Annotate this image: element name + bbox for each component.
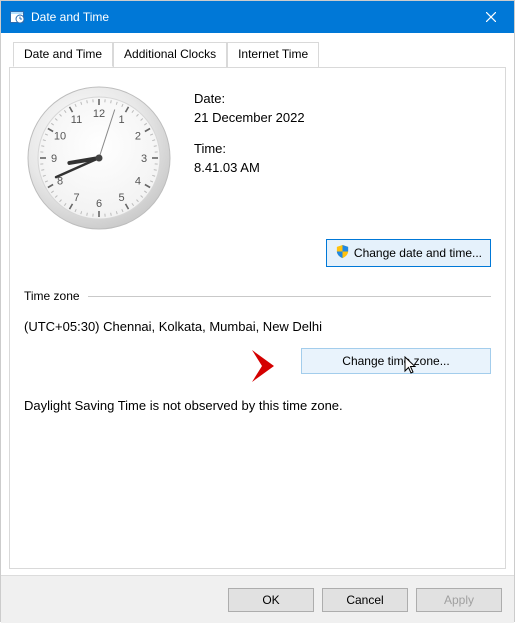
titlebar: Date and Time	[1, 1, 514, 33]
analog-clock: 123456789101112	[24, 83, 174, 233]
tab-date-and-time[interactable]: Date and Time	[13, 42, 113, 67]
window-title: Date and Time	[31, 10, 468, 24]
change-timezone-label: Change time zone...	[342, 354, 449, 368]
dialog-button-bar: OK Cancel Apply	[1, 575, 514, 623]
change-timezone-button[interactable]: Change time zone...	[301, 348, 491, 374]
section-divider	[88, 296, 491, 297]
svg-text:1: 1	[118, 114, 124, 126]
svg-text:10: 10	[54, 131, 66, 143]
ok-button[interactable]: OK	[228, 588, 314, 612]
tab-internet-time[interactable]: Internet Time	[227, 42, 319, 67]
svg-text:3: 3	[141, 153, 147, 165]
close-icon	[486, 12, 496, 22]
svg-text:5: 5	[118, 192, 124, 204]
change-date-time-label: Change date and time...	[354, 246, 482, 260]
cancel-button[interactable]: Cancel	[322, 588, 408, 612]
svg-text:7: 7	[73, 192, 79, 204]
svg-text:12: 12	[93, 108, 105, 120]
close-button[interactable]	[468, 1, 514, 33]
shield-icon	[335, 244, 350, 262]
svg-text:6: 6	[96, 198, 102, 210]
dst-note: Daylight Saving Time is not observed by …	[24, 398, 491, 413]
svg-text:11: 11	[71, 114, 82, 126]
change-date-time-button[interactable]: Change date and time...	[326, 239, 491, 267]
svg-text:9: 9	[51, 153, 57, 165]
time-label: Time:	[194, 141, 305, 156]
svg-text:4: 4	[135, 176, 141, 188]
date-time-icon	[9, 9, 25, 25]
apply-button[interactable]: Apply	[416, 588, 502, 612]
tabstrip: Date and Time Additional Clocks Internet…	[9, 42, 506, 68]
timezone-value: (UTC+05:30) Chennai, Kolkata, Mumbai, Ne…	[24, 319, 491, 334]
date-label: Date:	[194, 91, 305, 106]
datetime-info: Date: 21 December 2022 Time: 8.41.03 AM	[194, 83, 305, 233]
timezone-section-title: Time zone	[24, 289, 80, 303]
time-value: 8.41.03 AM	[194, 160, 305, 175]
annotation-arrow-icon	[248, 346, 284, 382]
svg-text:2: 2	[135, 131, 141, 143]
date-value: 21 December 2022	[194, 110, 305, 125]
timezone-section: Time zone (UTC+05:30) Chennai, Kolkata, …	[24, 289, 491, 413]
tab-panel-date-and-time: 123456789101112 Date: 21 December 2022 T…	[9, 67, 506, 569]
dialog-body: Date and Time Additional Clocks Internet…	[1, 33, 514, 575]
tab-additional-clocks[interactable]: Additional Clocks	[113, 42, 227, 67]
